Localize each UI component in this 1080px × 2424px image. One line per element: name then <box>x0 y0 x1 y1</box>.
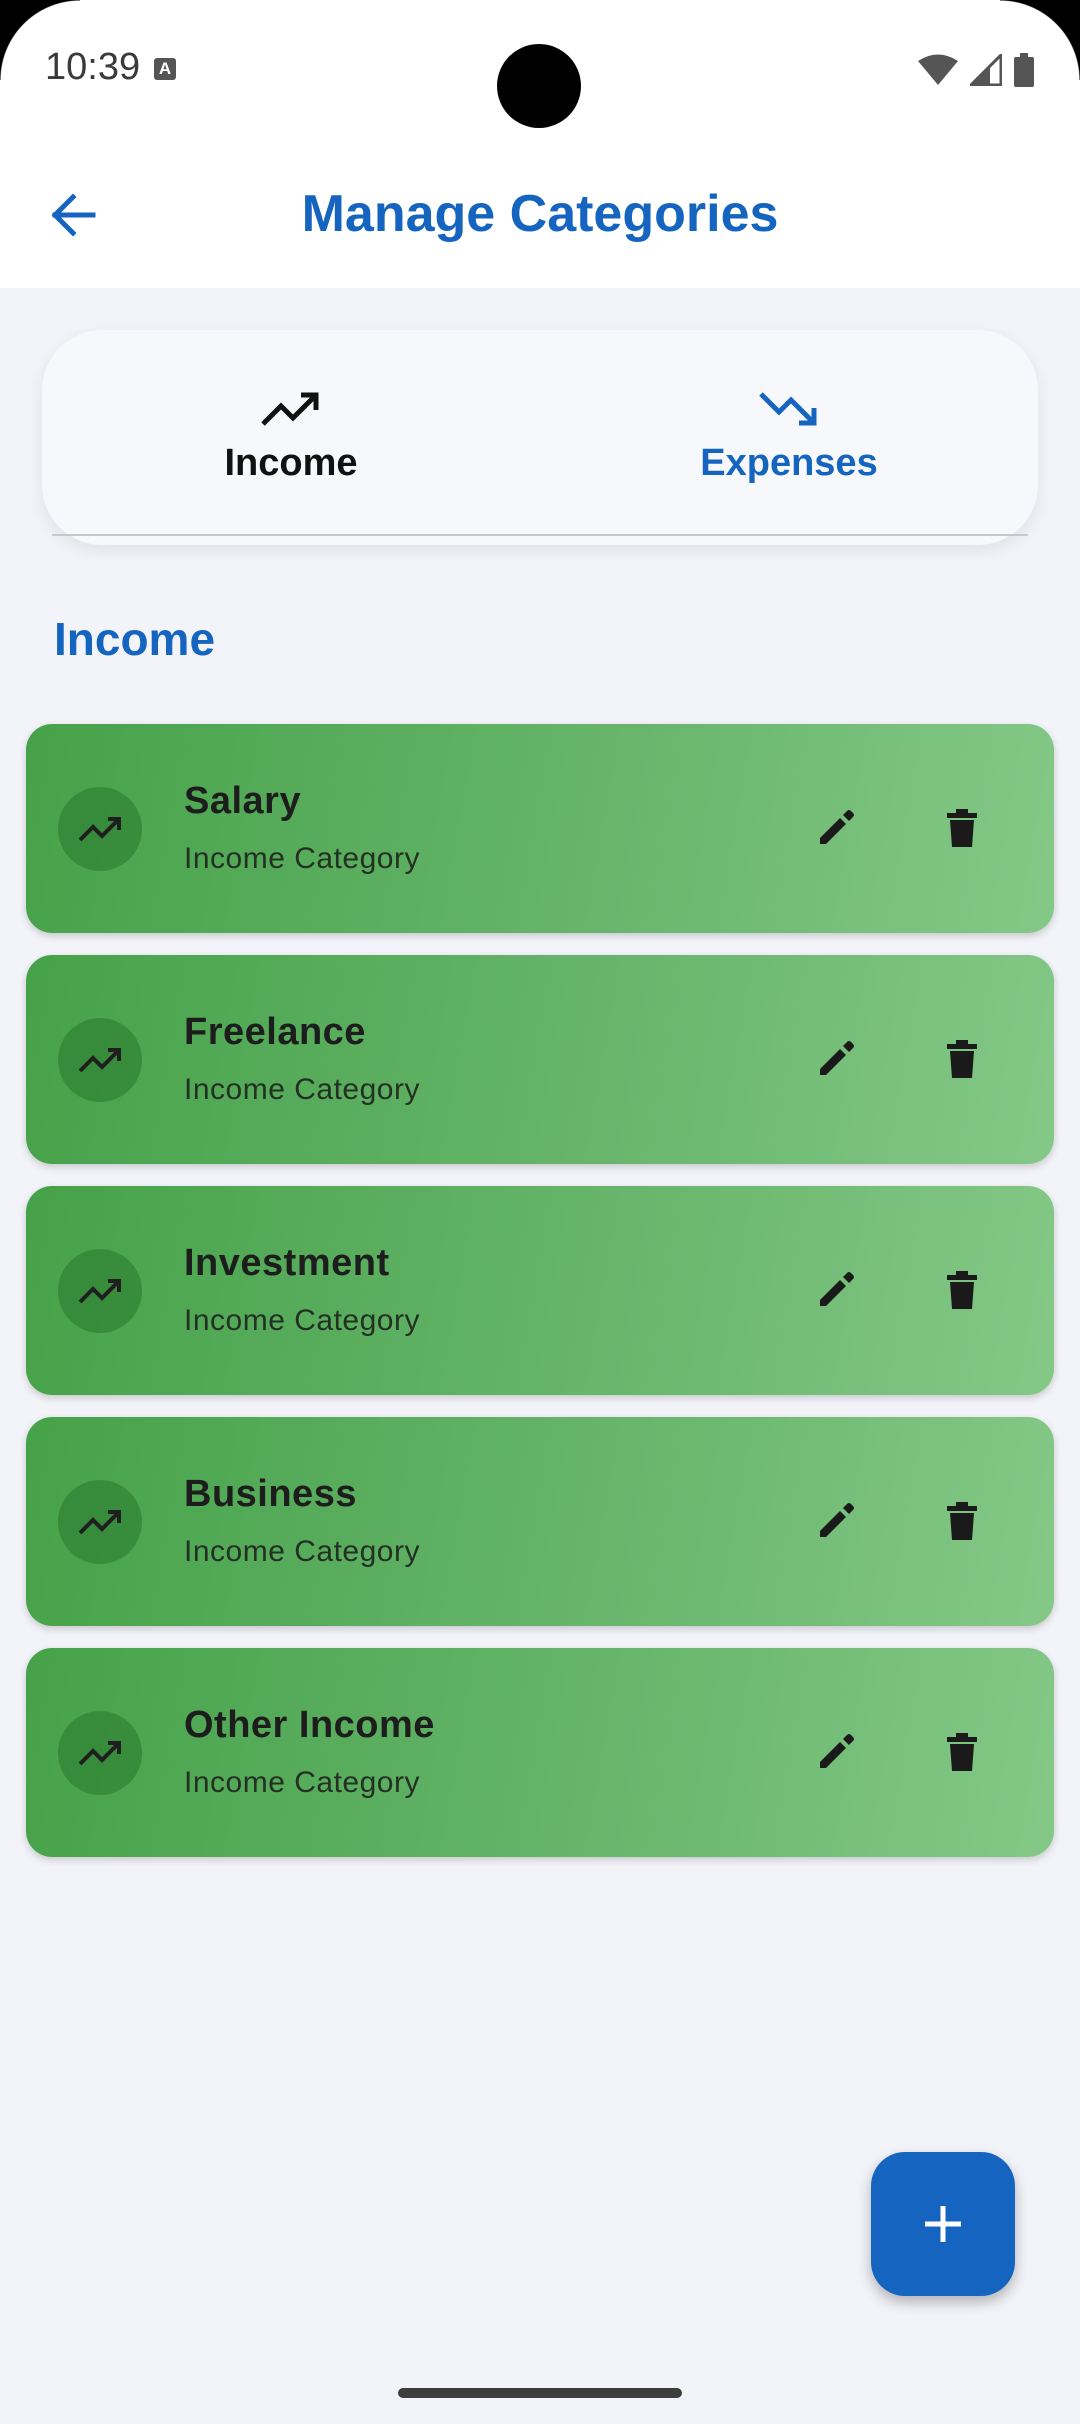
tab-expenses-label: Expenses <box>700 442 878 484</box>
category-name: Salary <box>184 780 302 822</box>
category-icon-badge <box>58 1711 142 1795</box>
category-icon-badge <box>58 787 142 871</box>
trending-up-icon <box>78 1510 121 1535</box>
pencil-icon <box>820 1503 854 1537</box>
pencil-icon <box>820 1272 854 1306</box>
pencil-icon <box>820 1734 854 1768</box>
category-card[interactable]: Other Income Income Category <box>26 1648 1054 1857</box>
home-indicator[interactable] <box>398 2388 682 2398</box>
delete-button[interactable] <box>932 798 992 858</box>
tab-divider <box>52 534 1028 536</box>
category-card[interactable]: Salary Income Category <box>26 724 1054 933</box>
category-card[interactable]: Investment Income Category <box>26 1186 1054 1395</box>
tab-income-label: Income <box>224 442 358 484</box>
edit-button[interactable] <box>806 1260 866 1320</box>
category-icon-badge <box>58 1249 142 1333</box>
category-subtitle: Income Category <box>184 1766 420 1799</box>
edit-button[interactable] <box>806 1722 866 1782</box>
trending-up-icon <box>78 1279 121 1304</box>
trash-icon <box>947 809 977 847</box>
add-category-button[interactable] <box>871 2152 1015 2296</box>
category-subtitle: Income Category <box>184 842 420 875</box>
edit-button[interactable] <box>806 798 866 858</box>
pencil-icon <box>820 810 854 844</box>
screen-corner <box>0 0 80 80</box>
trending-down-icon <box>759 392 817 426</box>
category-name: Investment <box>184 1242 390 1284</box>
signal-icon <box>970 54 1002 86</box>
screen-corner <box>1000 0 1080 80</box>
delete-button[interactable] <box>932 1260 992 1320</box>
delete-button[interactable] <box>932 1491 992 1551</box>
notification-icon: A <box>154 58 176 80</box>
trash-icon <box>947 1502 977 1540</box>
category-icon-badge <box>58 1018 142 1102</box>
edit-button[interactable] <box>806 1029 866 1089</box>
trash-icon <box>947 1733 977 1771</box>
tab-bar: Income Expenses <box>42 330 1038 545</box>
trash-icon <box>947 1271 977 1309</box>
category-card[interactable]: Freelance Income Category <box>26 955 1054 1164</box>
category-subtitle: Income Category <box>184 1304 420 1337</box>
trending-up-icon <box>78 1741 121 1766</box>
category-name: Business <box>184 1473 357 1515</box>
screen: 10:39 A Manage Categories Income Expense… <box>0 0 1080 2424</box>
section-title: Income <box>54 613 216 665</box>
pencil-icon <box>820 1041 854 1075</box>
category-card[interactable]: Business Income Category <box>26 1417 1054 1626</box>
trending-up-icon <box>78 1048 121 1073</box>
tab-expenses[interactable]: Expenses <box>540 330 1038 545</box>
status-bar: 10:39 A <box>0 0 1080 140</box>
category-name: Other Income <box>184 1704 435 1746</box>
delete-button[interactable] <box>932 1029 992 1089</box>
trending-up-icon <box>78 817 121 842</box>
category-name: Freelance <box>184 1011 366 1053</box>
category-icon-badge <box>58 1480 142 1564</box>
camera-cutout <box>497 44 581 128</box>
page-title: Manage Categories <box>301 185 779 243</box>
app-bar: Manage Categories <box>0 140 1080 288</box>
plus-icon <box>925 2206 961 2242</box>
trash-icon <box>947 1040 977 1078</box>
category-subtitle: Income Category <box>184 1073 420 1106</box>
trending-up-icon <box>261 392 319 426</box>
wifi-icon <box>918 54 958 85</box>
delete-button[interactable] <box>932 1722 992 1782</box>
edit-button[interactable] <box>806 1491 866 1551</box>
category-list: Salary Income Category Freelance Income Cat… <box>26 724 1054 1879</box>
category-subtitle: Income Category <box>184 1535 420 1568</box>
tab-income[interactable]: Income <box>42 330 540 545</box>
